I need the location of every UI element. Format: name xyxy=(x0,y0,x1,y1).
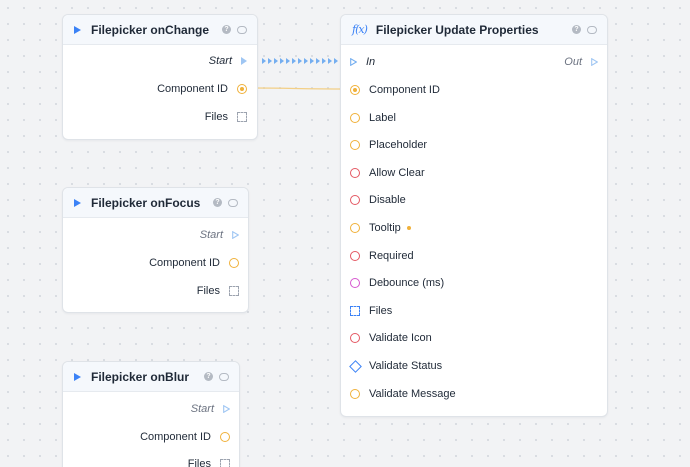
exec-out-port[interactable] xyxy=(232,231,239,239)
play-icon xyxy=(74,198,81,207)
component-id-port[interactable] xyxy=(237,84,247,94)
port-row-files: Files xyxy=(197,281,239,301)
component-id-label: Component ID xyxy=(149,257,220,269)
node-header[interactable]: Filepicker onBlur ? xyxy=(63,362,239,392)
play-icon xyxy=(74,372,81,381)
port-row-files: Files xyxy=(188,454,230,467)
files-port[interactable] xyxy=(350,306,360,316)
modified-dot-icon xyxy=(406,226,411,230)
question-icon[interactable]: ? xyxy=(213,198,222,207)
function-icon: f(x) xyxy=(352,23,368,36)
start-label: Start xyxy=(208,55,232,67)
files-port[interactable] xyxy=(220,459,230,467)
comment-icon[interactable] xyxy=(237,25,247,34)
port-row-files: Files xyxy=(205,107,247,127)
property-row-validate-message: Validate Message xyxy=(350,384,456,404)
exec-out-port[interactable] xyxy=(241,57,247,65)
port-row-out: Out xyxy=(564,52,598,72)
property-label: Tooltip xyxy=(369,222,401,234)
port-row-start: Start xyxy=(191,399,230,419)
node-title: Filepicker onBlur xyxy=(91,369,190,384)
property-label: Validate Status xyxy=(369,360,443,372)
port-row-start: Start xyxy=(200,225,239,245)
property-row-component-id: Component ID xyxy=(350,80,440,100)
port-row-component-id: Component ID xyxy=(140,427,230,447)
property-label: Required xyxy=(369,250,414,262)
validate-icon-port[interactable] xyxy=(350,333,360,343)
node-header[interactable]: f(x) Filepicker Update Properties ? xyxy=(341,15,607,45)
property-label: Label xyxy=(369,112,396,124)
property-label: Validate Icon xyxy=(369,332,432,344)
property-row-placeholder: Placeholder xyxy=(350,135,427,155)
property-label: Files xyxy=(369,305,393,317)
tooltip-port[interactable] xyxy=(350,223,360,233)
property-row-disable: Disable xyxy=(350,190,406,210)
component-id-port[interactable] xyxy=(220,432,230,442)
port-row-component-id: Component ID xyxy=(149,253,239,273)
node-filepicker-onchange[interactable]: Filepicker onChange ? Start Component ID… xyxy=(62,14,258,140)
node-filepicker-onfocus[interactable]: Filepicker onFocus ? Start Component ID … xyxy=(62,187,249,313)
property-label: Placeholder xyxy=(369,139,428,151)
data-edge-component-id[interactable] xyxy=(247,87,347,90)
validate-message-port[interactable] xyxy=(350,389,360,399)
comment-icon[interactable] xyxy=(587,25,597,34)
port-row-start: Start xyxy=(209,51,247,71)
node-title: Filepicker Update Properties xyxy=(375,22,539,37)
label-port[interactable] xyxy=(350,113,360,123)
exec-in-port[interactable] xyxy=(350,58,357,66)
property-label: Validate Message xyxy=(369,388,456,400)
component-id-label: Component ID xyxy=(157,83,228,95)
node-title: Filepicker onChange xyxy=(91,22,210,37)
port-row-component-id: Component ID xyxy=(157,79,247,99)
node-header[interactable]: Filepicker onChange ? xyxy=(63,15,257,45)
out-label: Out xyxy=(564,56,582,68)
question-icon[interactable]: ? xyxy=(572,25,581,34)
question-icon[interactable]: ? xyxy=(204,372,213,381)
property-row-tooltip: Tooltip xyxy=(350,218,411,238)
exec-edge-start-to-in[interactable] xyxy=(262,58,338,64)
property-row-files: Files xyxy=(350,301,392,321)
disable-port[interactable] xyxy=(350,195,360,205)
node-filepicker-update-properties[interactable]: f(x) Filepicker Update Properties ? In O… xyxy=(340,14,608,417)
play-icon xyxy=(74,25,81,34)
files-label: Files xyxy=(187,458,211,467)
question-icon[interactable]: ? xyxy=(222,25,231,34)
property-row-required: Required xyxy=(350,246,414,266)
files-label: Files xyxy=(196,285,220,297)
in-label: In xyxy=(366,56,376,68)
property-row-allow-clear: Allow Clear xyxy=(350,163,425,183)
files-label: Files xyxy=(204,111,228,123)
comment-icon[interactable] xyxy=(228,198,238,207)
property-label: Debounce (ms) xyxy=(369,277,445,289)
node-header[interactable]: Filepicker onFocus ? xyxy=(63,188,248,218)
property-row-label: Label xyxy=(350,108,396,128)
component-id-label: Component ID xyxy=(140,431,211,443)
property-row-debounce: Debounce (ms) xyxy=(350,273,444,293)
property-label: Component ID xyxy=(369,84,440,96)
placeholder-port[interactable] xyxy=(350,140,360,150)
node-filepicker-onblur[interactable]: Filepicker onBlur ? Start Component ID F… xyxy=(62,361,240,467)
property-row-validate-icon: Validate Icon xyxy=(350,328,432,348)
debounce-port[interactable] xyxy=(350,278,360,288)
port-row-in: In xyxy=(350,52,375,72)
start-label: Start xyxy=(199,229,223,241)
start-label: Start xyxy=(190,403,214,415)
allow-clear-port[interactable] xyxy=(350,168,360,178)
exec-out-port[interactable] xyxy=(591,58,598,66)
validate-status-port[interactable] xyxy=(349,359,362,373)
exec-out-port[interactable] xyxy=(223,405,230,413)
node-title: Filepicker onFocus xyxy=(91,195,201,210)
required-port[interactable] xyxy=(350,251,360,261)
property-label: Allow Clear xyxy=(369,167,425,179)
component-id-port[interactable] xyxy=(350,85,360,95)
files-port[interactable] xyxy=(229,286,239,296)
property-row-validate-status: Validate Status xyxy=(349,356,443,376)
property-label: Disable xyxy=(369,194,406,206)
component-id-port[interactable] xyxy=(229,258,239,268)
comment-icon[interactable] xyxy=(219,372,229,381)
files-port[interactable] xyxy=(237,112,247,122)
